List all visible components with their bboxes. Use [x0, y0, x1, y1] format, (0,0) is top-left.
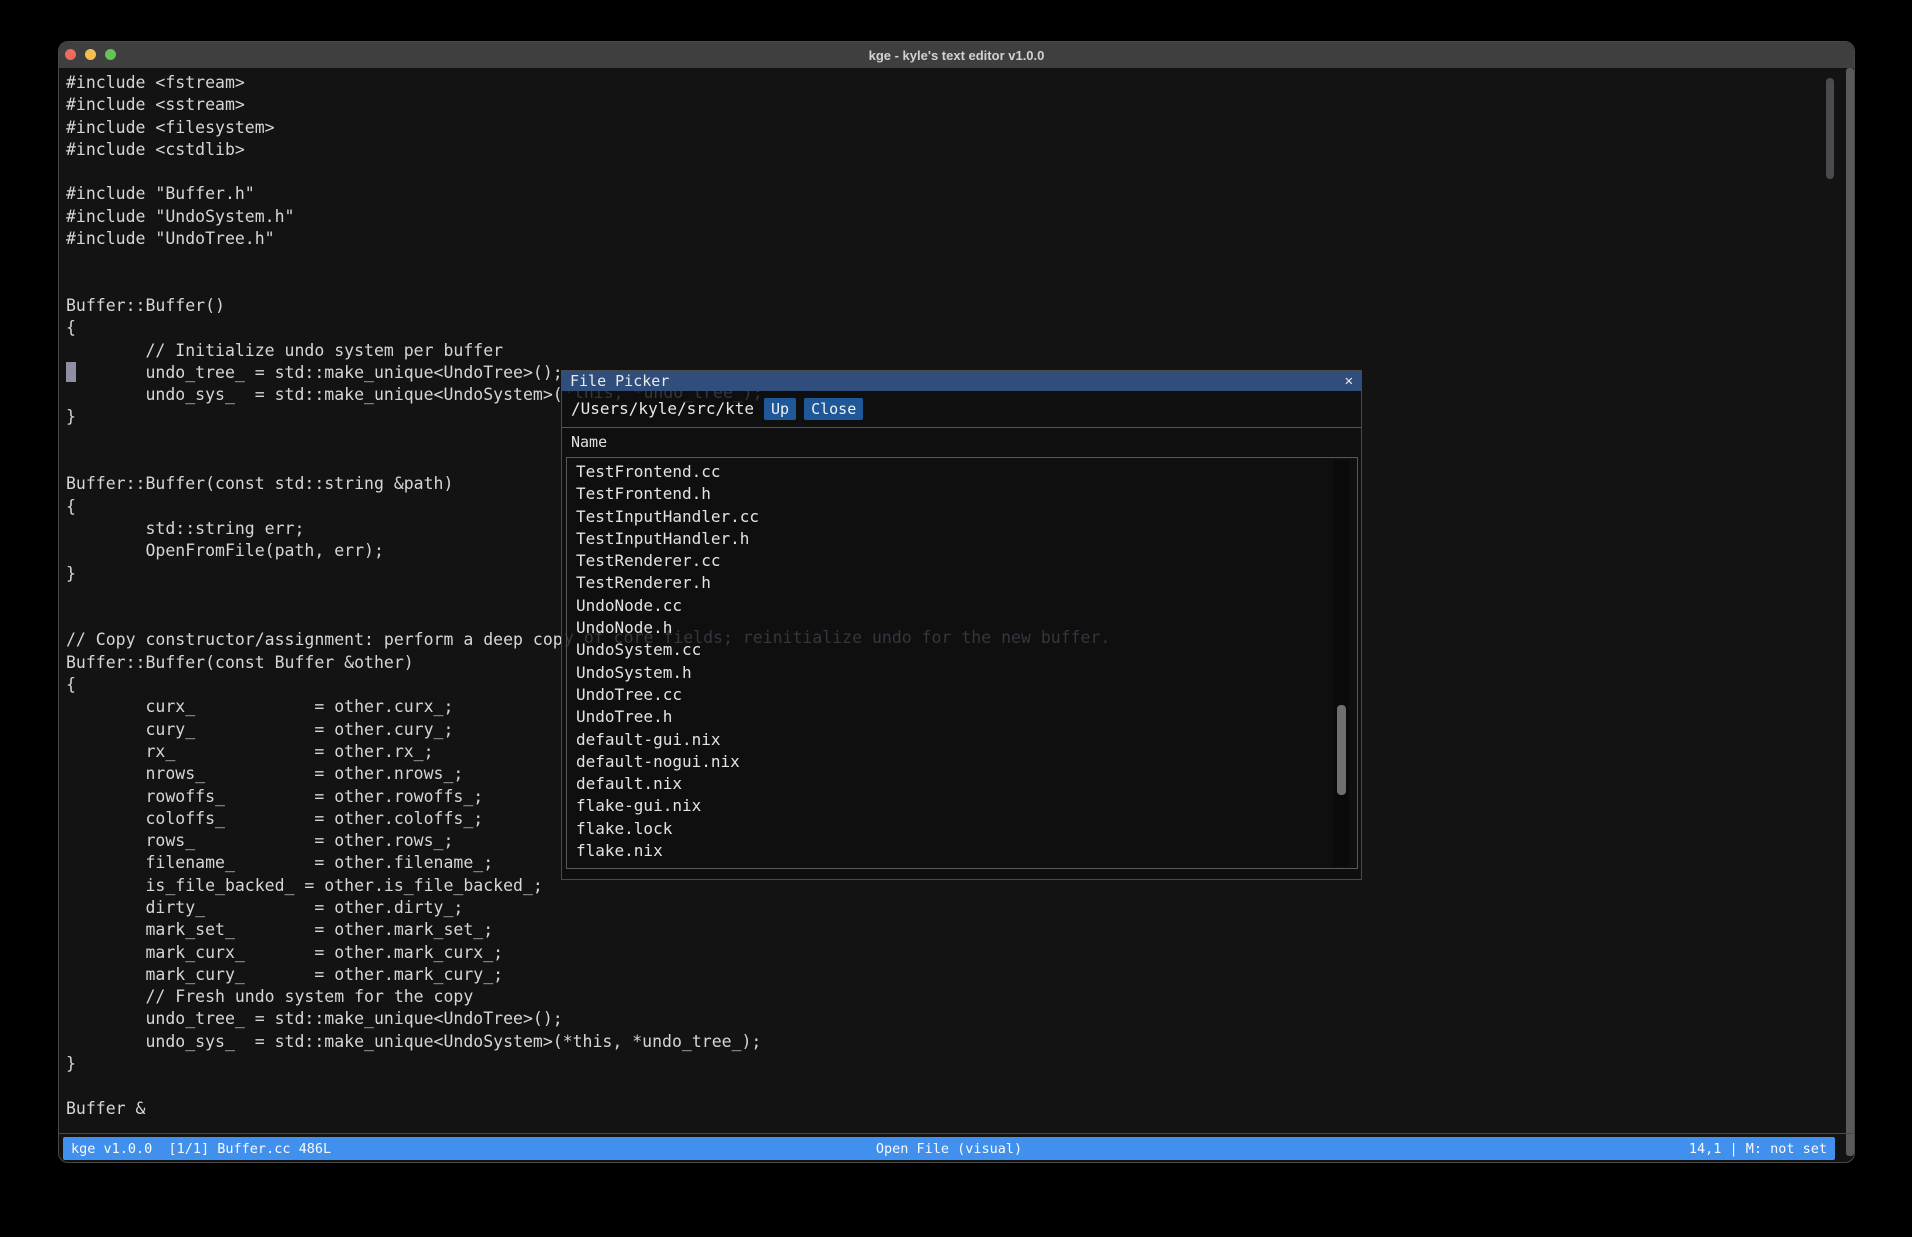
current-path: /Users/kyle/src/kte: [571, 399, 754, 418]
code-line: dirty_ = other.dirty_;: [66, 897, 1109, 919]
dialog-path-row: /Users/kyle/src/kte Up Close: [562, 391, 1361, 426]
file-list-item[interactable]: TestRenderer.h: [567, 572, 1357, 594]
code-line: // Initialize undo system per buffer: [66, 340, 1109, 362]
close-icon[interactable]: ✕: [1345, 373, 1353, 389]
code-line: mark_set_ = other.mark_set_;: [66, 919, 1109, 941]
close-window-icon[interactable]: [65, 49, 76, 60]
file-list-item[interactable]: UndoTree.h: [567, 706, 1357, 728]
file-list-item[interactable]: TestRenderer.cc: [567, 550, 1357, 572]
status-file-info: kge v1.0.0 [1/1] Buffer.cc 486L: [71, 1141, 331, 1157]
file-list-item[interactable]: flake-gui.nix: [567, 795, 1357, 817]
code-line: Buffer &: [66, 1098, 1109, 1120]
code-line: [66, 273, 1109, 295]
code-line: Buffer::Buffer(): [66, 295, 1109, 317]
code-line: #include <cstdlib>: [66, 139, 1109, 161]
code-line: undo_sys_ = std::make_unique<UndoSystem>…: [66, 1031, 1109, 1053]
status-bar: kge v1.0.0 [1/1] Buffer.cc 486L Open Fil…: [63, 1137, 1835, 1160]
code-line: }: [66, 1053, 1109, 1075]
file-list-item[interactable]: flake.lock: [567, 818, 1357, 840]
file-list-item[interactable]: UndoNode.cc: [567, 595, 1357, 617]
code-line: mark_curx_ = other.mark_curx_;: [66, 942, 1109, 964]
file-list-item[interactable]: default-gui.nix: [567, 729, 1357, 751]
file-list: TestFrontend.ccTestFrontend.hTestInputHa…: [566, 457, 1358, 869]
file-list-item[interactable]: TestInputHandler.cc: [567, 506, 1357, 528]
dialog-titlebar[interactable]: File Picker ✕: [562, 371, 1361, 391]
file-list-item[interactable]: UndoSystem.cc: [567, 639, 1357, 661]
statusbar-separator: [59, 1133, 1854, 1134]
editor-scrollbar-thumb[interactable]: [1826, 78, 1834, 179]
list-scrollbar-thumb[interactable]: [1337, 705, 1346, 795]
file-picker-dialog: *this, *undo_tree_); y of core fields; r…: [561, 370, 1362, 880]
zoom-window-icon[interactable]: [105, 49, 116, 60]
code-line: #include <sstream>: [66, 94, 1109, 116]
code-line: [66, 161, 1109, 183]
code-line: [66, 250, 1109, 272]
code-line: undo_tree_ = std::make_unique<UndoTree>(…: [66, 1008, 1109, 1030]
window-titlebar[interactable]: kge - kyle's text editor v1.0.0: [59, 42, 1854, 68]
dialog-title: File Picker: [570, 372, 669, 390]
minimize-window-icon[interactable]: [85, 49, 96, 60]
file-list-item[interactable]: flake.nix: [567, 840, 1357, 862]
file-list-item[interactable]: TestFrontend.h: [567, 483, 1357, 505]
code-line: #include "Buffer.h": [66, 183, 1109, 205]
window-title: kge - kyle's text editor v1.0.0: [869, 48, 1045, 63]
list-scrollbar-track[interactable]: [1333, 460, 1349, 866]
traffic-lights: [65, 49, 116, 60]
up-button[interactable]: Up: [764, 398, 796, 420]
code-line: [66, 1075, 1109, 1097]
file-list-item[interactable]: TestFrontend.cc: [567, 461, 1357, 483]
code-line: #include <filesystem>: [66, 117, 1109, 139]
file-list-item[interactable]: UndoNode.h: [567, 617, 1357, 639]
code-line: mark_cury_ = other.mark_cury_;: [66, 964, 1109, 986]
status-mode: Open File (visual): [876, 1141, 1022, 1157]
file-list-item[interactable]: UndoSystem.h: [567, 662, 1357, 684]
file-list-item[interactable]: TestInputHandler.h: [567, 528, 1357, 550]
status-cursor-position: 14,1 | M: not set: [1689, 1141, 1827, 1157]
file-list-item[interactable]: UndoTree.cc: [567, 684, 1357, 706]
code-line: {: [66, 317, 1109, 339]
code-line: // Fresh undo system for the copy: [66, 986, 1109, 1008]
file-list-item[interactable]: default-nogui.nix: [567, 751, 1357, 773]
close-button[interactable]: Close: [804, 398, 863, 420]
column-header: Name: [562, 428, 1361, 456]
code-line: #include "UndoTree.h": [66, 228, 1109, 250]
code-line: #include <fstream>: [66, 72, 1109, 94]
file-list-item[interactable]: default.nix: [567, 773, 1357, 795]
window-scrollbar-track[interactable]: [1846, 68, 1854, 1156]
code-line: #include "UndoSystem.h": [66, 206, 1109, 228]
text-cursor: [66, 362, 76, 382]
